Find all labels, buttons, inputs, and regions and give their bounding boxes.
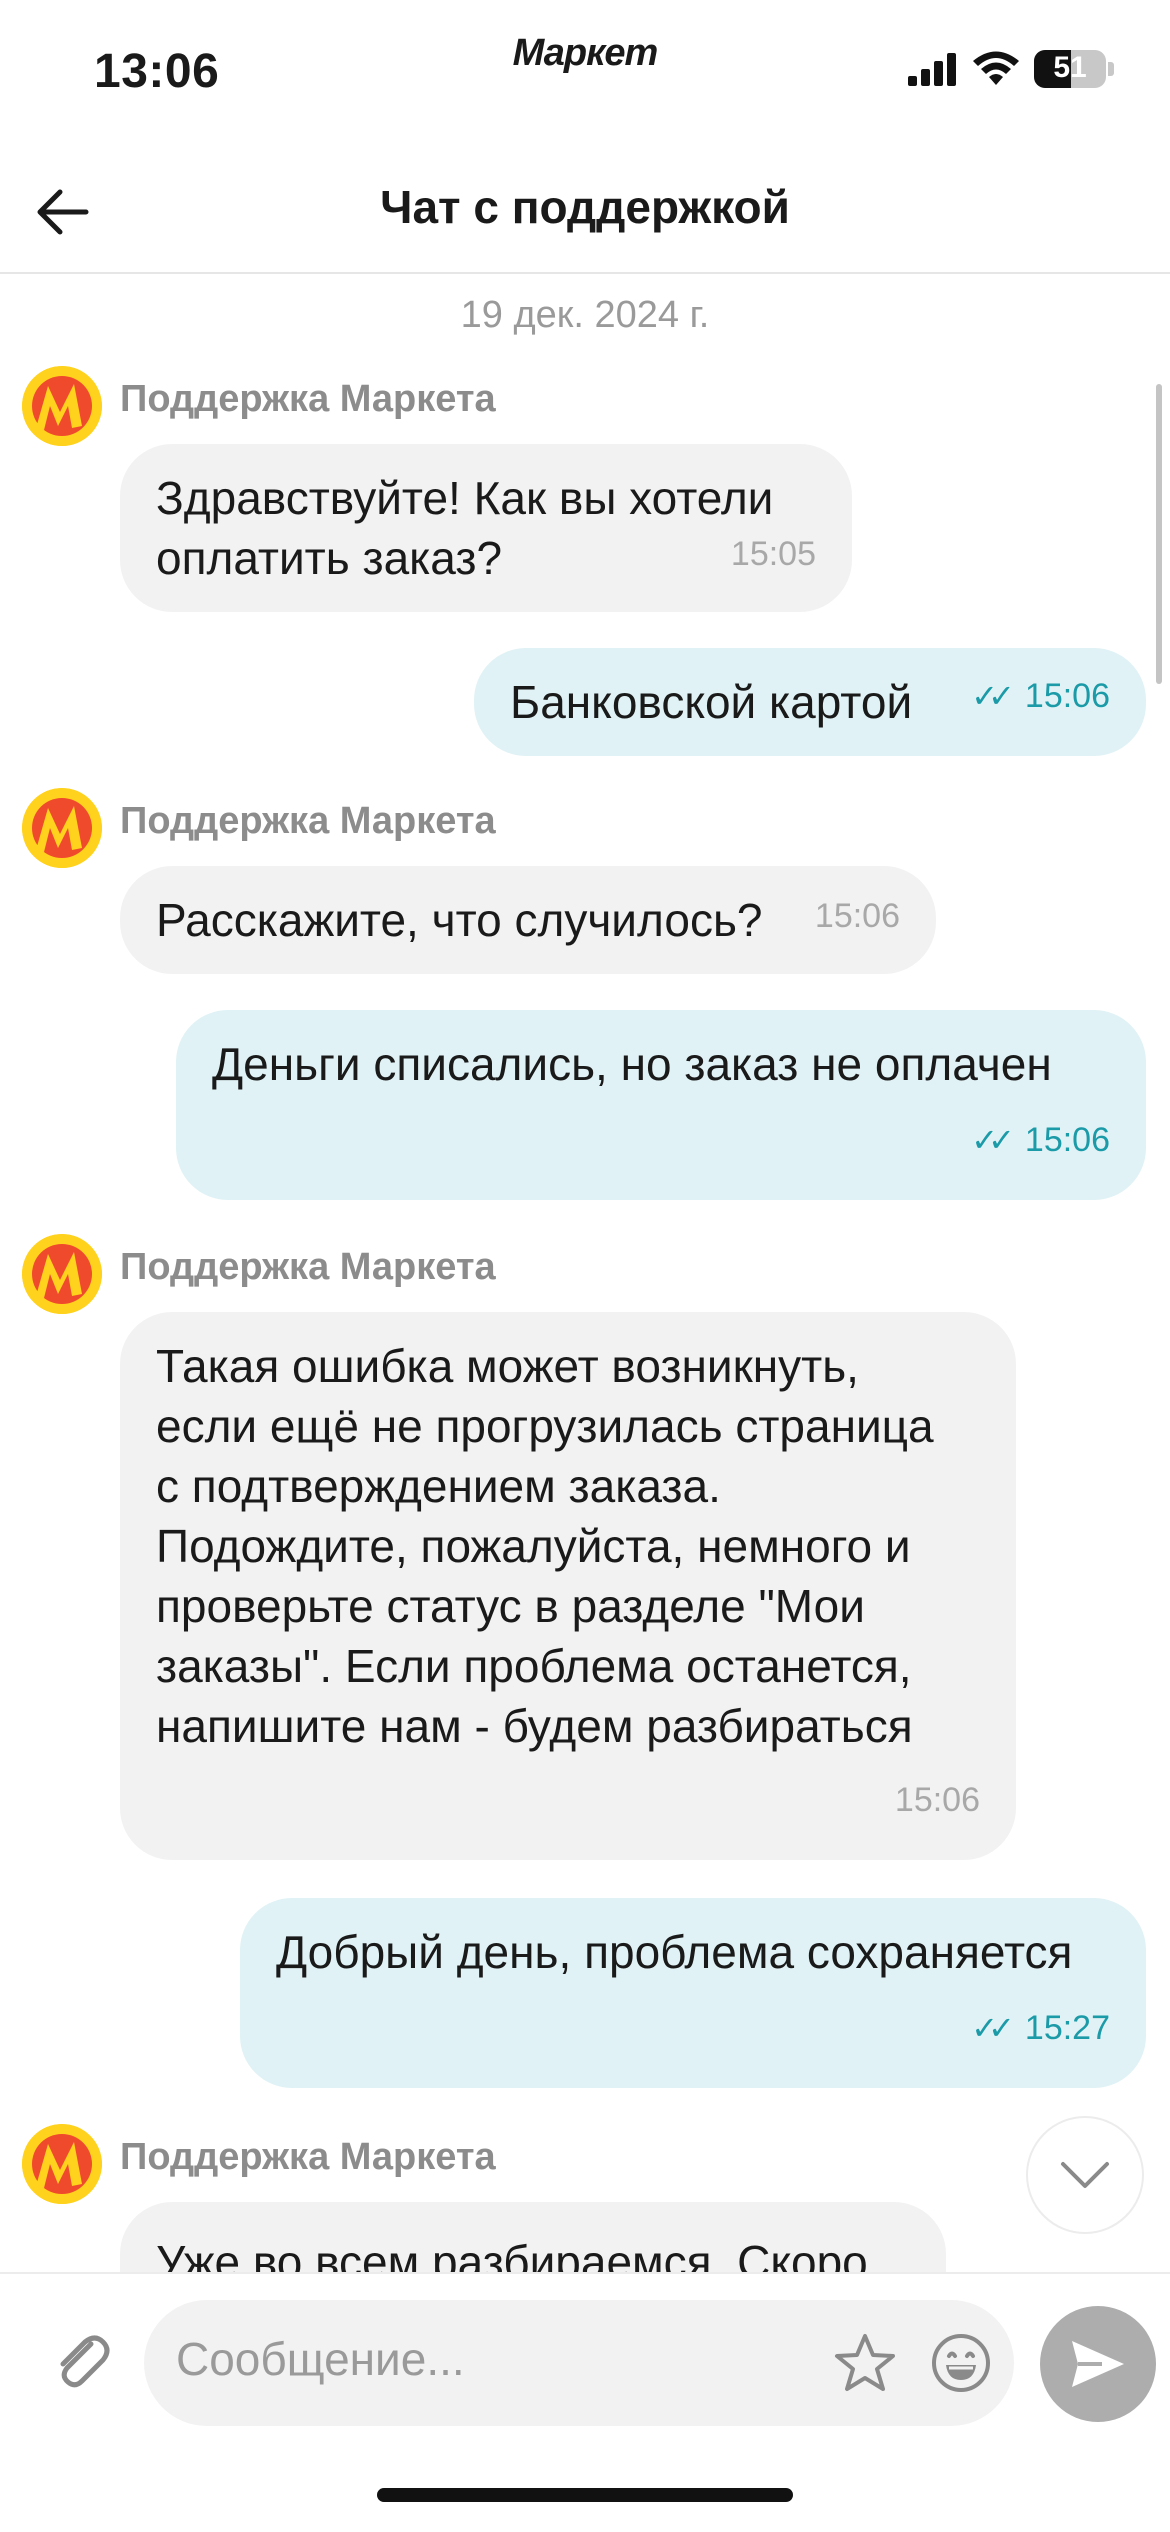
- message-text: напишите нам - будем разбираться: [156, 1700, 913, 1752]
- message-time: 15:06: [894, 1781, 980, 1819]
- message-bubble[interactable]: Добрый день, проблема сохраняется ✓✓ 15:…: [240, 1898, 1146, 2088]
- favorites-button[interactable]: [830, 2328, 900, 2398]
- message-meta: ✓✓ 15:06: [971, 1110, 1110, 1170]
- market-logo-icon: [22, 1234, 102, 1314]
- wifi-icon: [973, 51, 1019, 85]
- sender-name: Поддержка Маркета: [120, 2136, 496, 2178]
- date-separator: 19 дек. 2024 г.: [460, 294, 710, 336]
- home-indicator: [377, 2488, 793, 2502]
- market-logo-icon: [22, 788, 102, 868]
- scrollbar[interactable]: [1156, 384, 1162, 684]
- message-bubble[interactable]: Расскажите, что случилось? 15:06: [120, 866, 936, 974]
- market-logo-icon: [22, 2124, 102, 2204]
- support-avatar: [22, 366, 102, 446]
- message-time: 15:06: [1024, 1121, 1110, 1159]
- sender-name: Поддержка Маркета: [120, 800, 496, 842]
- paperclip-icon: [60, 2335, 110, 2388]
- message-text: Расскажите, что случилось?: [156, 894, 763, 946]
- support-avatar: [22, 788, 102, 868]
- page-title: Чат с поддержкой: [380, 181, 790, 233]
- support-avatar: [22, 1234, 102, 1314]
- attach-button[interactable]: [46, 2324, 116, 2394]
- battery-icon: 51: [1034, 50, 1106, 88]
- message-text: с подтверждением заказа.: [156, 1460, 721, 1512]
- chat-header: Чат с поддержкой: [0, 150, 1170, 274]
- message-input-placeholder: Сообщение...: [176, 2333, 465, 2385]
- status-bar: 13:06 Маркет 51: [0, 0, 1170, 150]
- message-time: 15:27: [1024, 2009, 1110, 2047]
- send-icon: [1072, 2341, 1124, 2387]
- message-time: 15:05: [730, 535, 816, 573]
- scroll-down-button[interactable]: [1026, 2116, 1144, 2234]
- emoji-button[interactable]: [926, 2328, 996, 2398]
- market-logo-icon: [22, 366, 102, 446]
- message-text: Добрый день, проблема сохраняется: [276, 1926, 1073, 1978]
- message-time: 15:06: [814, 897, 900, 935]
- signal-icon: [908, 53, 956, 86]
- message-bubble[interactable]: Уже во всем разбираемся. Скоро: [120, 2202, 946, 2272]
- message-bubble[interactable]: Банковской картой ✓✓ 15:06: [474, 648, 1146, 756]
- support-avatar: [22, 2124, 102, 2204]
- message-text: Здравствуйте! Как вы хотели: [156, 472, 774, 524]
- message-meta: ✓✓ 15:06: [971, 666, 1110, 726]
- message-text: Уже во всем разбираемся. Скоро: [156, 2236, 868, 2272]
- status-icons: 51: [908, 50, 1114, 88]
- message-bubble[interactable]: Такая ошибка может возникнуть, если ещё …: [120, 1312, 1016, 1860]
- message-text: Такая ошибка может возникнуть,: [156, 1340, 859, 1392]
- star-icon: [835, 2334, 895, 2391]
- sender-name: Поддержка Маркета: [120, 1246, 496, 1288]
- message-time: 15:06: [1024, 677, 1110, 715]
- sender-name: Поддержка Маркета: [120, 378, 496, 420]
- double-check-icon: ✓✓: [971, 2010, 1015, 2046]
- chevron-down-icon: [1061, 2162, 1109, 2188]
- message-meta: ✓✓ 15:27: [971, 1998, 1110, 2058]
- message-input[interactable]: Сообщение...: [144, 2300, 1014, 2426]
- message-text: Подождите, пожалуйста, немного и: [156, 1520, 911, 1572]
- double-check-icon: ✓✓: [971, 1122, 1015, 1158]
- message-text: проверьте статус в разделе "Мои: [156, 1580, 865, 1632]
- message-bubble[interactable]: Здравствуйте! Как вы хотели оплатить зак…: [120, 444, 852, 612]
- message-text: если ещё не прогрузилась страница: [156, 1400, 934, 1452]
- message-text: оплатить заказ?: [156, 532, 503, 584]
- double-check-icon: ✓✓: [971, 678, 1015, 714]
- send-button[interactable]: [1040, 2306, 1156, 2422]
- message-text: заказы". Если проблема останется,: [156, 1640, 912, 1692]
- message-bubble[interactable]: Деньги списались, но заказ не оплачен ✓✓…: [176, 1010, 1146, 1200]
- message-composer: Сообщение...: [0, 2272, 1170, 2532]
- emoji-icon: [932, 2334, 990, 2392]
- message-text: Деньги списались, но заказ не оплачен: [212, 1038, 1052, 1090]
- chat-messages[interactable]: 19 дек. 2024 г. Поддержка Маркета Здравс…: [0, 274, 1170, 2272]
- battery-level: 51: [1053, 51, 1087, 84]
